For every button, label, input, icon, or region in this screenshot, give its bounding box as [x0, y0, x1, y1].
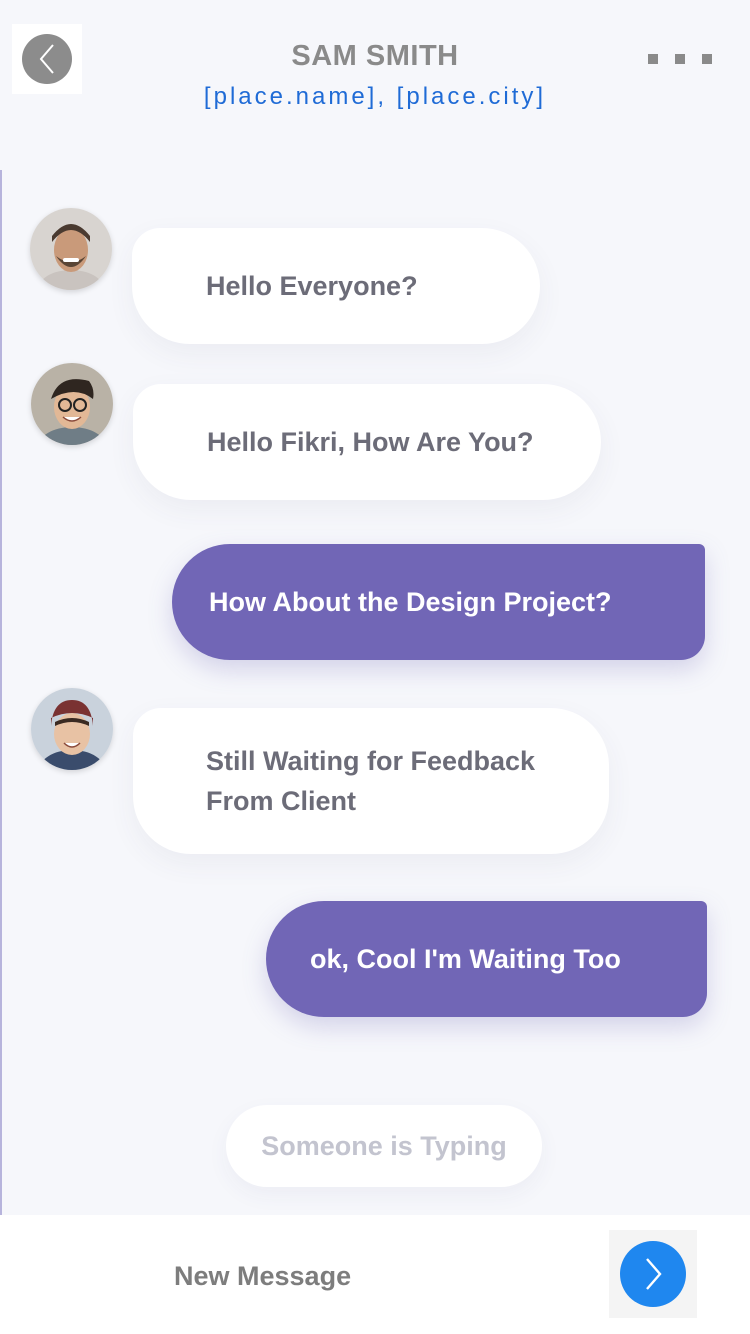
- more-dots-icon: [675, 54, 685, 64]
- message-text: How About the Design Project?: [209, 587, 612, 617]
- avatar[interactable]: [31, 688, 113, 770]
- avatar[interactable]: [31, 363, 113, 445]
- send-button[interactable]: [620, 1241, 686, 1307]
- avatar-photo: [30, 208, 112, 290]
- message-composer: [0, 1215, 750, 1334]
- message-text: ok, Cool I'm Waiting Too: [310, 944, 621, 974]
- typing-indicator: Someone is Typing: [226, 1105, 542, 1187]
- message-bubble-incoming[interactable]: Hello Fikri, How Are You?: [133, 384, 601, 500]
- contact-name: SAM SMITH: [291, 40, 459, 72]
- more-dots-icon: [648, 54, 658, 64]
- chevron-right-icon: [646, 1258, 662, 1290]
- message-bubble-incoming[interactable]: Hello Everyone?: [132, 228, 540, 344]
- new-message-input[interactable]: [172, 1253, 596, 1299]
- message-text: Hello Fikri, How Are You?: [207, 427, 534, 457]
- contact-location: [place.name], [place.city]: [203, 83, 547, 110]
- send-button-area[interactable]: [609, 1230, 697, 1318]
- message-bubble-outgoing[interactable]: How About the Design Project?: [172, 544, 705, 660]
- avatar-photo: [31, 688, 113, 770]
- message-bubble-incoming[interactable]: Still Waiting for Feedback From Client: [133, 708, 609, 854]
- message-text: Hello Everyone?: [206, 271, 418, 301]
- more-options-button[interactable]: [640, 44, 720, 74]
- chat-header: SAM SMITH [place.name], [place.city]: [0, 0, 750, 170]
- message-text: Still Waiting for Feedback From Client: [206, 746, 536, 816]
- avatar-photo: [31, 363, 113, 445]
- message-bubble-outgoing[interactable]: ok, Cool I'm Waiting Too: [266, 901, 707, 1017]
- avatar[interactable]: [30, 208, 112, 290]
- more-dots-icon: [702, 54, 712, 64]
- message-list[interactable]: Hello Everyone? Hello Fikri, How Are You…: [0, 170, 750, 1215]
- typing-indicator-text: Someone is Typing: [261, 1130, 507, 1161]
